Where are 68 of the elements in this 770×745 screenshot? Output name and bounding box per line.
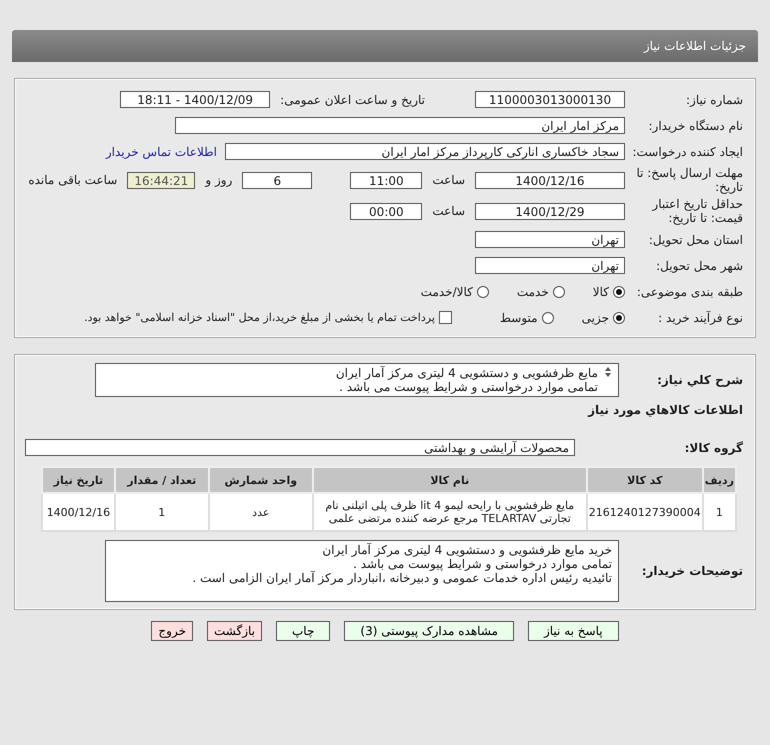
field-label: شهر محل تحویل: — [655, 258, 744, 272]
input-field: مرکز امار ایران — [175, 117, 625, 134]
description-line: تمامی موارد درخواستی و شرایط پیوست می باشد . — [338, 380, 598, 394]
input-field: 1400/12/16 — [475, 172, 625, 188]
table-cell: عدد — [208, 493, 313, 531]
input-field: تهران — [475, 231, 625, 248]
input-field: 00:00 — [350, 202, 422, 220]
field-label: ساعت باقی مانده — [28, 173, 118, 187]
checkbox-label: پرداخت تمام یا بخشی از مبلغ خرید،از محل "اسناد خزانه اسلامی" خواهد بود. — [84, 311, 435, 324]
field-label: حداقل تاریخ اعتبار قیمت: تا تاریخ: — [650, 197, 744, 225]
field-label: ایجاد کننده درخواست: — [631, 144, 744, 158]
radio-button[interactable] — [552, 286, 565, 298]
table-cell: 2161240127390004 — [586, 493, 703, 531]
option-label: کالا/خدمت — [420, 284, 473, 298]
option-label: خدمت — [516, 284, 549, 298]
input-field: 11:00 — [350, 172, 422, 188]
table-cell: 1400/12/16 — [42, 493, 115, 531]
input-field: محصولات آرایشی و بهداشتی — [25, 439, 575, 456]
page-header: جزئیات اطلاعات نیاز — [12, 30, 758, 62]
field-label: نام دستگاه خریدار: — [648, 118, 744, 132]
radio-button[interactable] — [613, 312, 625, 324]
field-label: توضیحات خریدار: — [640, 564, 744, 578]
column-header: ردیف — [702, 467, 736, 493]
input-field: تهران — [475, 257, 625, 274]
column-header: تاریخ نیاز — [42, 467, 115, 493]
action-button[interactable]: چاپ — [276, 621, 330, 641]
field-label: تاریخ و ساعت اعلان عمومی: — [280, 92, 425, 106]
input-field: 1400/12/29 — [475, 202, 625, 220]
column-header: کد کالا — [586, 467, 703, 493]
table-cell: 1 — [114, 493, 209, 531]
input-field: 1400/12/09 - 18:11 — [120, 91, 270, 108]
field-label: شرح کلي نياز: — [656, 373, 744, 387]
radio-button[interactable] — [542, 312, 554, 324]
checkbox[interactable] — [438, 311, 452, 324]
note-line: تمامی موارد درخواستی و شرایط پیوست می باشد . — [352, 557, 612, 571]
field-label: گروه کالا: — [684, 440, 744, 454]
option-label: متوسط — [500, 310, 538, 324]
column-header: تعداد / مقدار — [114, 467, 209, 493]
radio-button[interactable] — [613, 286, 625, 298]
action-button[interactable]: پاسخ به نیاز — [528, 621, 619, 641]
field-label: شماره نیاز: — [685, 92, 744, 106]
field-label: ساعت — [432, 173, 465, 187]
countdown-field: 16:44:21 — [127, 172, 196, 188]
table-cell: مایع ظرفشویی با رایحه لیمو 4 lit ظرف پلی اتیلنی نام تجارتی TELARTAV مرجع عرضه کننده مرتضی علمی — [312, 493, 587, 531]
radio-button[interactable] — [476, 286, 489, 298]
note-line: تائیدیه رئیس اداره خدمات عمومی و دبیرخانه ،انباردار مرکز آمار ایران الزامی است . — [191, 571, 612, 585]
input-field: سجاد خاکساری انارکی کارپرداز مرکز امار ایران — [225, 143, 625, 160]
column-header: نام کالا — [312, 467, 587, 493]
description-line: مایع ظرفشویی و دستشویی 4 لیتری مرکز آمار ایران — [336, 366, 598, 380]
note-line: خرید مایع ظرفشویی و دستشویی 4 لیتری مرکز آمار ایران — [321, 543, 612, 557]
field-label: مهلت ارسال پاسخ: تا تاریخ: — [635, 166, 744, 194]
action-button[interactable]: مشاهده مدارک پیوستی (3) — [344, 621, 514, 641]
section-title: اطلاعات كالاهاي مورد نياز — [586, 403, 744, 417]
input-field: 1100003013000130 — [475, 91, 625, 108]
field-label: روز و — [205, 173, 232, 187]
field-label: نوع فرآیند خرید : — [657, 310, 744, 324]
action-button[interactable]: بازگشت — [207, 621, 262, 641]
scroll-arrows-icon[interactable] — [604, 366, 612, 378]
input-field: 6 — [242, 172, 312, 188]
buyer-contact-link[interactable]: اطلاعات تماس خریدار — [106, 144, 217, 158]
field-label: استان محل تحویل: — [648, 232, 744, 246]
column-header: واحد شمارش — [208, 467, 313, 493]
field-label: طبقه بندی موضوعی: — [636, 284, 744, 298]
table-cell: 1 — [702, 493, 736, 531]
option-label: کالا — [592, 284, 609, 298]
field-label: ساعت — [432, 204, 465, 218]
option-label: جزیی — [582, 310, 609, 324]
action-button[interactable]: خروج — [151, 621, 193, 641]
